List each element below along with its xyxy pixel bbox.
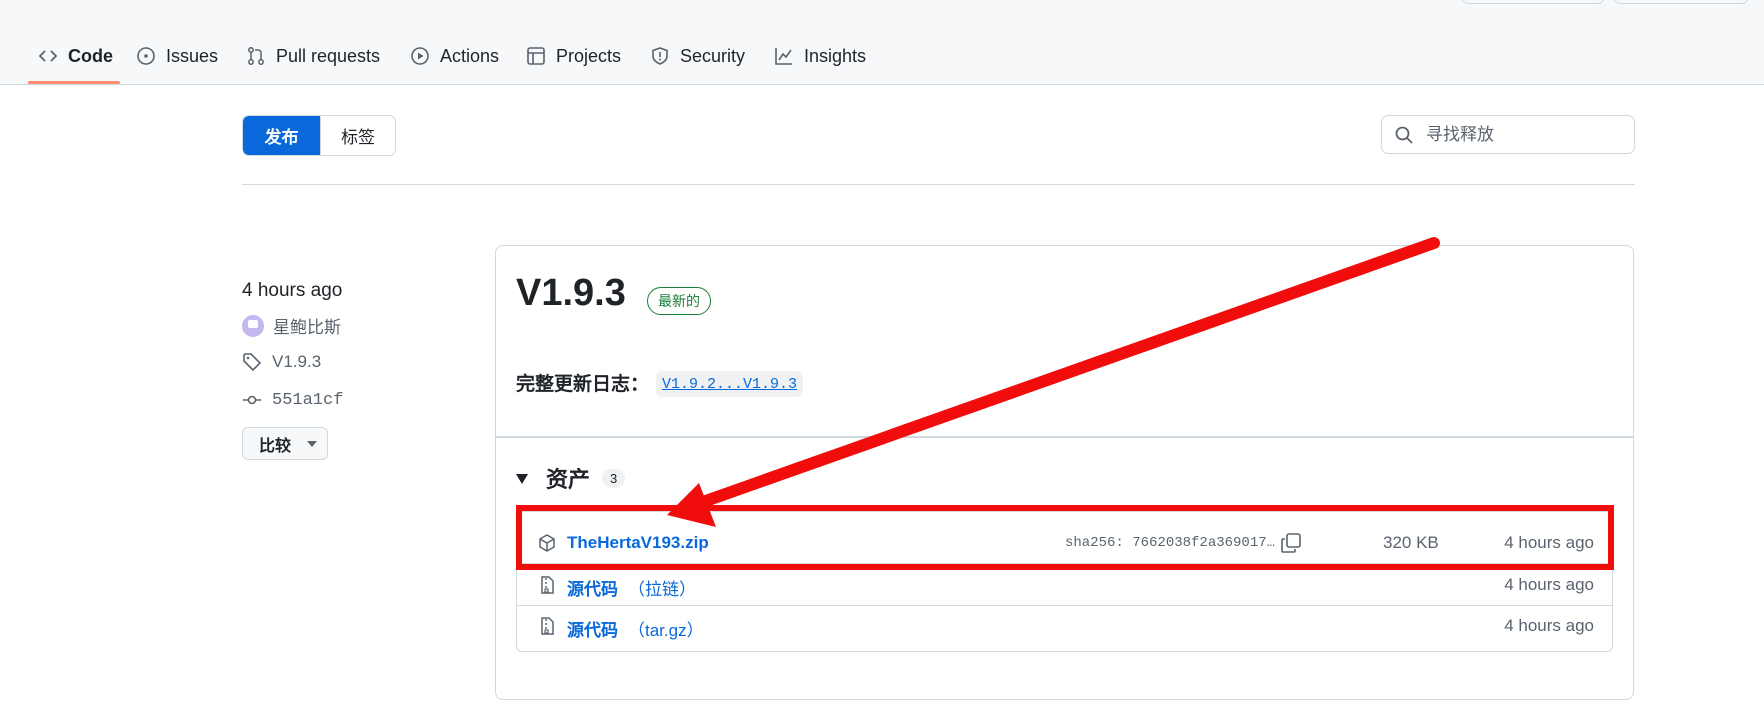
changelog-label: 完整更新日志：	[516, 374, 650, 395]
changelog-link[interactable]: V1.9.2...V1.9.3	[656, 371, 804, 397]
top-button-partial[interactable]	[1614, 0, 1748, 4]
card-divider	[496, 436, 1633, 438]
tab-insights[interactable]: Insights	[764, 36, 876, 76]
source-code-zip-link[interactable]: 源代码 （拉链）	[567, 575, 696, 600]
release-commit[interactable]: 551a1cf	[242, 390, 343, 410]
release-author[interactable]: 星鲍比斯	[242, 313, 341, 338]
graph-icon	[775, 48, 792, 65]
tab-issues[interactable]: Issues	[126, 36, 228, 76]
tab-label: Projects	[556, 45, 622, 66]
release-time: 4 hours ago	[242, 280, 343, 301]
shield-icon	[652, 47, 668, 65]
file-zip-icon	[541, 576, 554, 594]
release-title[interactable]: V1.9.3	[516, 272, 626, 315]
divider	[242, 184, 1635, 185]
release-tag[interactable]: V1.9.3	[242, 352, 321, 372]
row-divider	[517, 605, 1612, 606]
assets-count: 3	[602, 468, 626, 488]
repo-nav: Code Issues Pull requests Actions Projec…	[0, 0, 1764, 85]
package-icon	[539, 534, 555, 552]
copy-icon[interactable]	[1280, 532, 1302, 554]
assets-heading: 资产	[546, 467, 591, 492]
tab-label: Insights	[804, 45, 867, 66]
source-code-tar-link[interactable]: 源代码 （tar.gz）	[567, 616, 704, 641]
commit-icon	[243, 395, 261, 405]
author-name[interactable]: 星鲍比斯	[273, 313, 341, 338]
top-button-partial[interactable]	[1462, 0, 1604, 4]
play-icon	[411, 47, 429, 65]
release-search[interactable]	[1381, 115, 1635, 154]
tab-label: Actions	[440, 45, 500, 66]
asset-size: 320 KB	[1383, 533, 1439, 552]
tab-security[interactable]: Security	[640, 36, 755, 76]
asset-time: 4 hours ago	[1504, 616, 1594, 635]
tag-icon	[243, 353, 262, 372]
code-icon	[38, 50, 58, 62]
asset-link[interactable]: TheHertaV193.zip	[567, 533, 709, 553]
search-input[interactable]	[1424, 123, 1618, 146]
asset-format[interactable]: （拉链）	[628, 580, 696, 599]
asset-format[interactable]: （tar.gz）	[628, 621, 704, 640]
compare-button[interactable]: 比较	[242, 427, 328, 460]
avatar	[242, 314, 264, 337]
disclosure-triangle-icon	[516, 474, 528, 484]
asset-time: 4 hours ago	[1504, 575, 1594, 594]
tab-label: Issues	[166, 45, 219, 66]
tab-code[interactable]: Code	[28, 36, 123, 76]
tag-name[interactable]: V1.9.3	[272, 352, 321, 372]
search-icon	[1395, 126, 1413, 144]
releases-tags-toggle: 发布 标签	[242, 115, 396, 156]
chevron-down-icon	[307, 440, 318, 447]
row-divider	[517, 563, 1612, 564]
tags-tab[interactable]: 标签	[320, 116, 395, 155]
issue-circle-icon	[137, 47, 155, 65]
file-zip-icon	[541, 617, 554, 635]
asset-link[interactable]: 源代码	[567, 621, 618, 640]
table-icon	[527, 47, 545, 65]
latest-badge: 最新的	[647, 287, 711, 315]
asset-sha: sha256: 7662038f2a369017…	[1065, 535, 1276, 551]
tab-projects[interactable]: Projects	[516, 36, 631, 76]
compare-label: 比较	[259, 437, 292, 455]
tab-pull-requests[interactable]: Pull requests	[236, 36, 390, 76]
assets-toggle[interactable]: 资产 3	[516, 462, 626, 494]
releases-tab[interactable]: 发布	[243, 116, 320, 155]
commit-sha[interactable]: 551a1cf	[272, 391, 343, 410]
asset-time: 4 hours ago	[1504, 533, 1594, 552]
pull-request-icon	[248, 47, 264, 65]
tab-label: Pull requests	[276, 45, 381, 66]
asset-link[interactable]: 源代码	[567, 580, 618, 599]
active-tab-underline	[28, 81, 120, 84]
tab-label: Security	[680, 45, 746, 66]
tab-actions[interactable]: Actions	[400, 36, 509, 76]
tab-label: Code	[68, 45, 113, 66]
